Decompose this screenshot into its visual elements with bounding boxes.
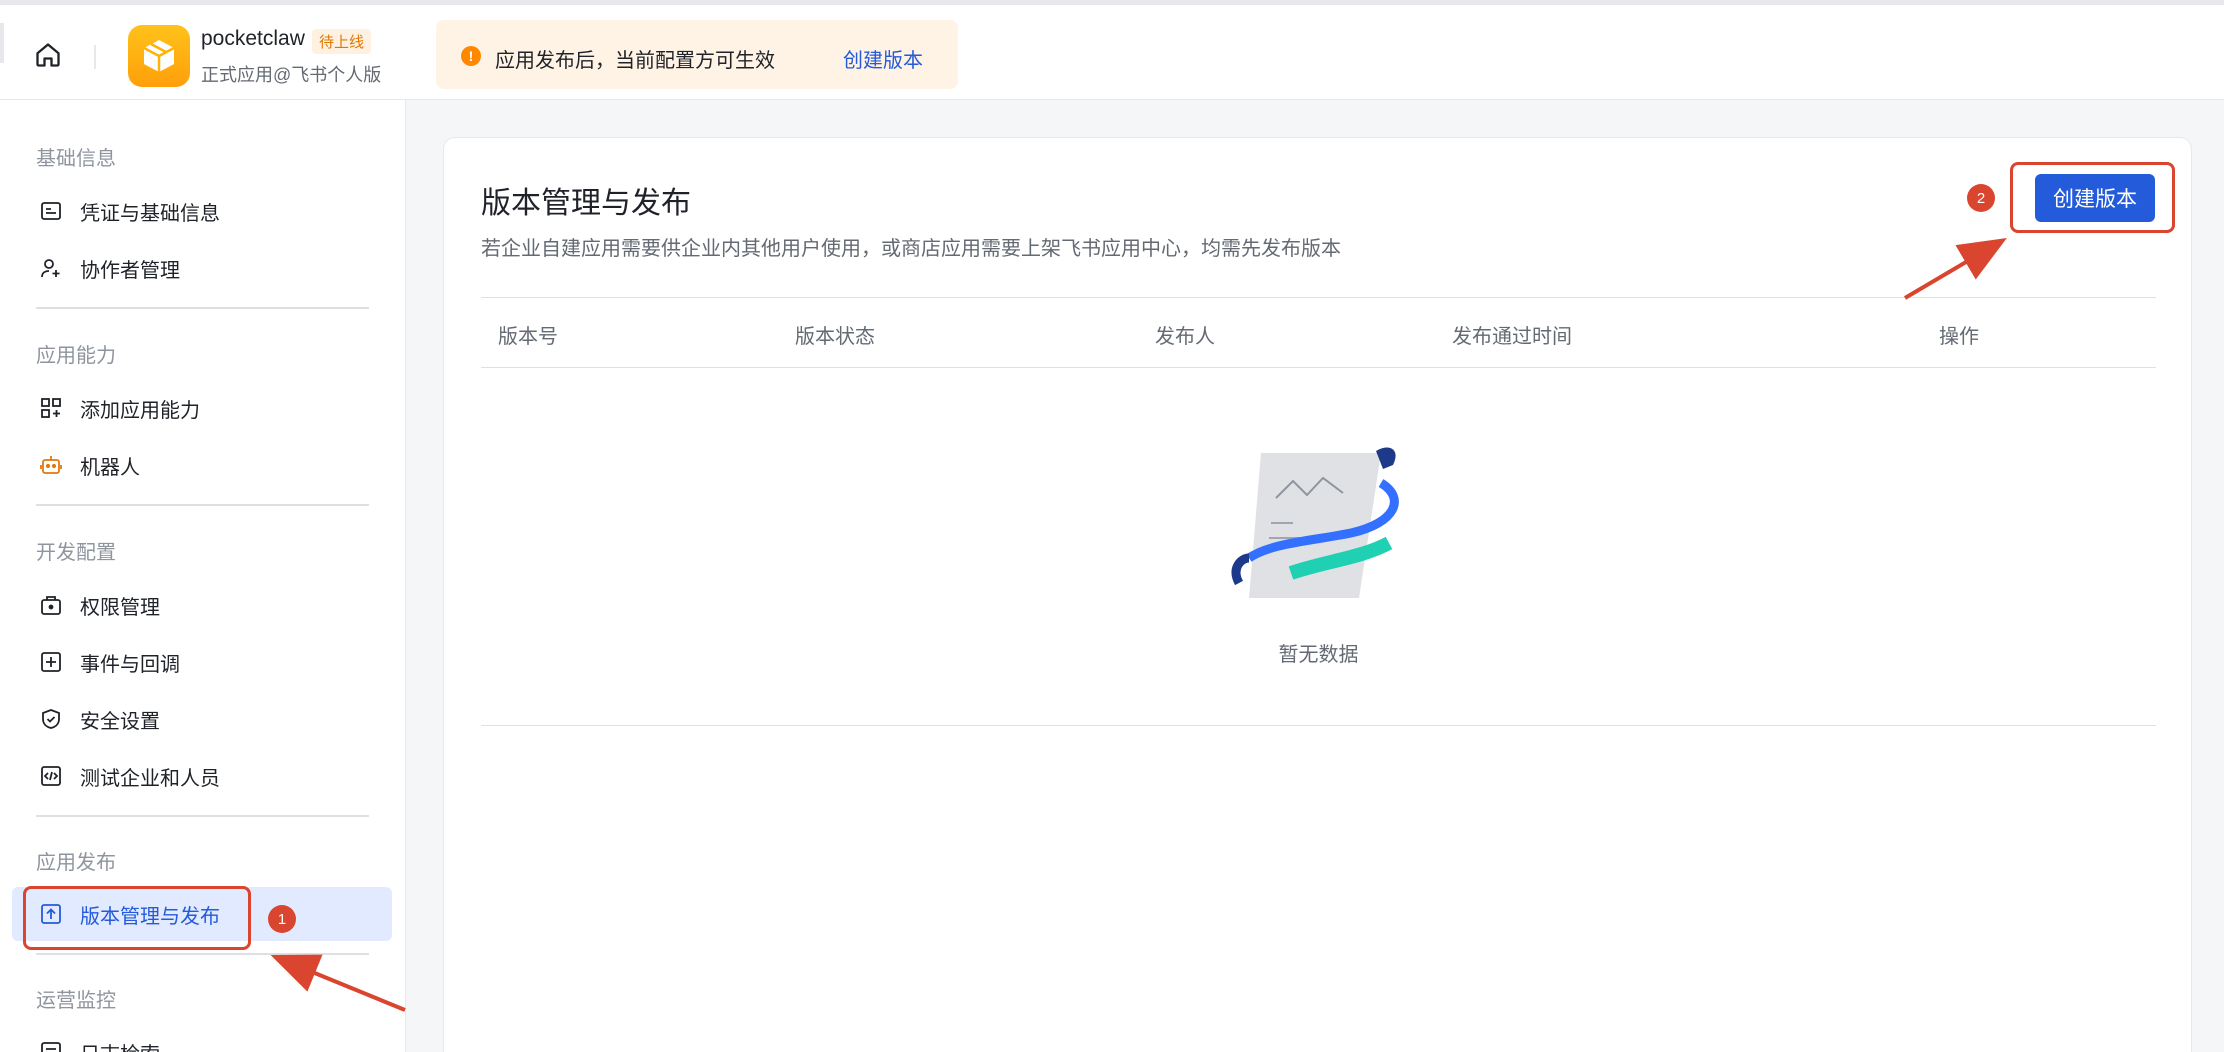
- header-divider: [94, 45, 96, 69]
- sidebar-item-label: 协作者管理: [80, 259, 180, 282]
- version-management-card: 版本管理与发布 若企业自建应用需要供企业内其他用户使用，或商店应用需要上架飞书应…: [443, 137, 2192, 1052]
- code-icon: [37, 762, 65, 790]
- app-subtitle: 正式应用@飞书个人版: [201, 65, 382, 85]
- sidebar-item-security[interactable]: 安全设置: [12, 692, 392, 746]
- sidebar-item-collaborators[interactable]: 协作者管理: [12, 241, 392, 295]
- status-badge: 待上线: [312, 29, 372, 54]
- nav-group-basic: 基础信息: [36, 148, 116, 170]
- table-divider: [481, 297, 2156, 298]
- annotation-highlight-sidebar: [23, 886, 251, 950]
- app-logo: [128, 25, 190, 87]
- top-header: pocketclaw 待上线 正式应用@飞书个人版 ! 应用发布后，当前配置方可…: [0, 0, 2224, 100]
- table-divider: [481, 725, 2156, 726]
- nav-group-dev-config: 开发配置: [36, 542, 116, 564]
- sidebar-item-label: 测试企业和人员: [80, 767, 220, 790]
- empty-state-text: 暂无数据: [1278, 644, 1359, 666]
- annotation-marker-1: 1: [268, 905, 296, 933]
- annotation-marker-2: 2: [1967, 184, 1995, 212]
- column-header-actions: 操作: [1939, 326, 1979, 348]
- user-add-icon: [37, 254, 65, 282]
- sidebar-item-label: 安全设置: [80, 710, 160, 733]
- permission-icon: [37, 591, 65, 619]
- column-header-approved-time: 发布通过时间: [1452, 326, 1572, 348]
- publish-notice-banner: ! 应用发布后，当前配置方可生效 创建版本: [436, 20, 958, 89]
- notice-text: 应用发布后，当前配置方可生效: [495, 50, 775, 72]
- credential-icon: [37, 197, 65, 225]
- page-description: 若企业自建应用需要供企业内其他用户使用，或商店应用需要上架飞书应用中心，均需先发…: [481, 238, 1341, 260]
- nav-divider: [36, 815, 369, 817]
- home-button[interactable]: [32, 39, 64, 71]
- nav-group-publish: 应用发布: [36, 852, 116, 874]
- sidebar-item-credentials[interactable]: 凭证与基础信息: [12, 184, 392, 238]
- nav-divider: [36, 504, 369, 506]
- sidebar-item-robot[interactable]: 机器人: [12, 438, 392, 492]
- robot-icon: [37, 451, 65, 479]
- box-icon: [143, 40, 175, 72]
- sidebar-item-logs[interactable]: 日志检索: [12, 1025, 392, 1052]
- sidebar-item-label: 凭证与基础信息: [80, 202, 220, 225]
- app-name: pocketclaw: [201, 27, 305, 50]
- sidebar-item-label: 机器人: [80, 456, 140, 479]
- apps-add-icon: [37, 394, 65, 422]
- annotation-highlight-create-button: [2010, 162, 2175, 233]
- sidebar-item-label: 添加应用能力: [80, 399, 200, 422]
- sidebar-item-label: 权限管理: [80, 596, 160, 619]
- table-divider: [481, 367, 2156, 368]
- column-header-version: 版本号: [498, 326, 558, 348]
- notice-create-version-link[interactable]: 创建版本: [843, 44, 923, 73]
- home-icon: [36, 43, 60, 67]
- page-title: 版本管理与发布: [481, 187, 691, 220]
- log-icon: [37, 1038, 65, 1052]
- sidebar-item-permissions[interactable]: 权限管理: [12, 578, 392, 632]
- sidebar-item-events[interactable]: 事件与回调: [12, 635, 392, 689]
- column-header-status: 版本状态: [795, 326, 875, 348]
- header-edge-marker: [0, 23, 4, 63]
- event-icon: [37, 648, 65, 676]
- sidebar-item-test-users[interactable]: 测试企业和人员: [12, 749, 392, 803]
- sidebar-item-label: 日志检索: [80, 1038, 160, 1052]
- warning-icon: !: [461, 46, 481, 66]
- shield-icon: [37, 705, 65, 733]
- nav-group-capabilities: 应用能力: [36, 345, 116, 367]
- nav-group-monitoring: 运营监控: [36, 990, 116, 1012]
- nav-divider: [36, 953, 369, 955]
- column-header-publisher: 发布人: [1155, 326, 1215, 348]
- sidebar-item-add-capability[interactable]: 添加应用能力: [12, 381, 392, 435]
- nav-divider: [36, 307, 369, 309]
- sidebar-item-label: 事件与回调: [80, 653, 180, 676]
- empty-state-illustration: [1231, 447, 1399, 598]
